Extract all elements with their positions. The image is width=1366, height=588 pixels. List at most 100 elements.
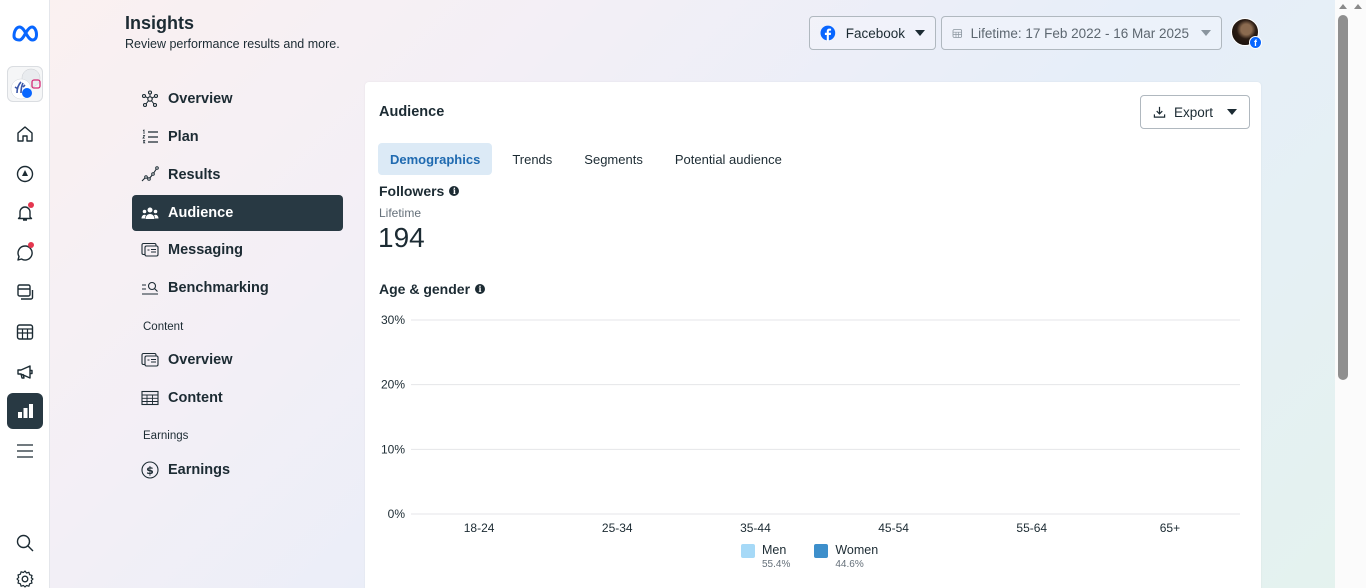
legend-swatch xyxy=(741,544,755,558)
nav-label: Content xyxy=(168,390,223,406)
legend-text: Women 44.6% xyxy=(835,543,878,570)
followers-count: 194 xyxy=(378,222,425,253)
page-subtitle: Review performance results and more. xyxy=(125,37,340,51)
legend-name: Men xyxy=(762,543,787,557)
nav-item-benchmarking[interactable]: Benchmarking xyxy=(132,270,343,306)
legend-item-men[interactable]: Men 55.4% xyxy=(741,543,790,570)
rail-content[interactable] xyxy=(7,274,43,310)
info-icon[interactable]: i xyxy=(475,284,486,294)
pages-icon xyxy=(17,284,34,300)
audience-card: Audience Export Demographics Trends Segm… xyxy=(365,82,1261,588)
rail-insights[interactable] xyxy=(7,393,43,429)
page-scrollbar[interactable] xyxy=(1335,0,1366,588)
cards-icon xyxy=(140,350,160,370)
rail-search[interactable] xyxy=(7,525,43,561)
calendar-grid-icon xyxy=(16,324,34,340)
scrollbar-thumb[interactable] xyxy=(1338,15,1348,380)
bar-chart-icon xyxy=(18,404,33,418)
network-icon xyxy=(140,89,160,109)
table-icon xyxy=(140,388,160,408)
export-button[interactable]: Export xyxy=(1140,95,1251,129)
nav-item-audience[interactable]: Audience xyxy=(132,195,343,231)
nav-item-content-overview[interactable]: Overview xyxy=(132,342,343,378)
rail-explore[interactable] xyxy=(7,156,43,192)
rail-ads[interactable] xyxy=(7,354,43,390)
rail-inbox[interactable] xyxy=(7,235,43,271)
age-gender-label: Age & gender xyxy=(379,281,471,297)
legend-swatch xyxy=(814,544,829,558)
x-tick-label: 25-34 xyxy=(602,521,633,535)
meta-logo-icon[interactable] xyxy=(10,20,42,44)
nav-label: Audience xyxy=(168,205,234,221)
followers-heading: Followers i xyxy=(379,183,460,199)
nav-label: Overview xyxy=(168,91,233,107)
y-tick-label: 30% xyxy=(381,313,405,327)
dollar-circle-icon: $ xyxy=(140,460,160,480)
notification-badge xyxy=(28,202,34,208)
nav-label: Messaging xyxy=(168,242,243,258)
age-gender-heading: Age & gender i xyxy=(379,281,486,297)
rail-notifications[interactable] xyxy=(7,195,43,231)
tab-trends[interactable]: Trends xyxy=(500,143,564,175)
platform-selector[interactable]: Facebook xyxy=(809,16,936,50)
megaphone-icon xyxy=(17,365,33,379)
nav-item-earnings[interactable]: $ Earnings xyxy=(132,452,343,488)
nav-item-plan[interactable]: Plan xyxy=(132,119,343,155)
rail-all-tools[interactable] xyxy=(7,433,43,469)
legend-text: Men 55.4% xyxy=(762,543,790,570)
search-icon xyxy=(16,534,34,552)
menu-icon xyxy=(17,444,33,458)
compass-icon xyxy=(16,165,34,183)
gear-icon xyxy=(16,570,34,588)
export-label: Export xyxy=(1174,104,1214,120)
date-range-label: Lifetime: 17 Feb 2022 - 16 Mar 2025 xyxy=(970,25,1189,41)
followers-period: Lifetime xyxy=(379,206,422,220)
nav-section-content: Content xyxy=(143,321,184,333)
tab-demographics[interactable]: Demographics xyxy=(378,143,493,175)
facebook-icon xyxy=(820,25,836,41)
card-title: Audience xyxy=(379,104,445,120)
nav-label: Earnings xyxy=(168,462,231,478)
nav-label: Results xyxy=(168,167,221,183)
y-tick-label: 20% xyxy=(381,378,405,392)
svg-text:$: $ xyxy=(146,464,154,477)
legend-name: Women xyxy=(835,543,879,557)
scroll-up-arrow-icon[interactable] xyxy=(1339,4,1347,9)
y-tick-label: 10% xyxy=(381,442,405,456)
left-rail xyxy=(0,0,50,588)
rail-home[interactable] xyxy=(7,116,43,152)
x-tick-label: 55-64 xyxy=(1016,521,1047,535)
nav-label: Overview xyxy=(168,352,233,368)
trend-line-icon xyxy=(140,165,160,185)
inbox-badge xyxy=(28,242,34,248)
legend-item-women[interactable]: Women 44.6% xyxy=(814,543,878,570)
x-tick-label: 35-44 xyxy=(740,521,771,535)
chevron-down-icon xyxy=(1227,109,1238,115)
nav-label: Plan xyxy=(168,129,199,145)
scroll-up-arrow-icon[interactable] xyxy=(1354,4,1362,9)
y-tick-label: 0% xyxy=(388,507,406,521)
nav-item-messaging[interactable]: Messaging xyxy=(132,232,343,268)
nav-item-content[interactable]: Content xyxy=(132,380,343,416)
nav-item-overview[interactable]: Overview xyxy=(132,81,343,117)
info-icon[interactable]: i xyxy=(449,186,460,196)
download-icon xyxy=(1153,106,1166,118)
x-tick-label: 45-54 xyxy=(878,521,909,535)
account-switcher[interactable] xyxy=(7,66,43,102)
profile-avatar[interactable]: f xyxy=(1231,18,1262,49)
followers-label: Followers xyxy=(379,183,445,199)
audience-tabs: Demographics Trends Segments Potential a… xyxy=(378,143,796,175)
rail-planner[interactable] xyxy=(7,314,43,350)
rail-settings[interactable] xyxy=(7,561,43,588)
legend-share: 44.6% xyxy=(835,559,864,570)
nav-item-results[interactable]: Results xyxy=(132,157,343,193)
x-tick-label: 18-24 xyxy=(464,521,495,535)
tab-potential-audience[interactable]: Potential audience xyxy=(663,143,794,175)
page-title: Insights xyxy=(125,13,195,33)
nav-section-earnings: Earnings xyxy=(143,430,189,442)
tab-segments[interactable]: Segments xyxy=(572,143,655,175)
legend-share: 55.4% xyxy=(762,559,791,570)
date-range-selector[interactable]: Lifetime: 17 Feb 2022 - 16 Mar 2025 xyxy=(941,16,1222,50)
chevron-down-icon xyxy=(1201,30,1211,36)
x-tick-label: 65+ xyxy=(1160,521,1180,535)
